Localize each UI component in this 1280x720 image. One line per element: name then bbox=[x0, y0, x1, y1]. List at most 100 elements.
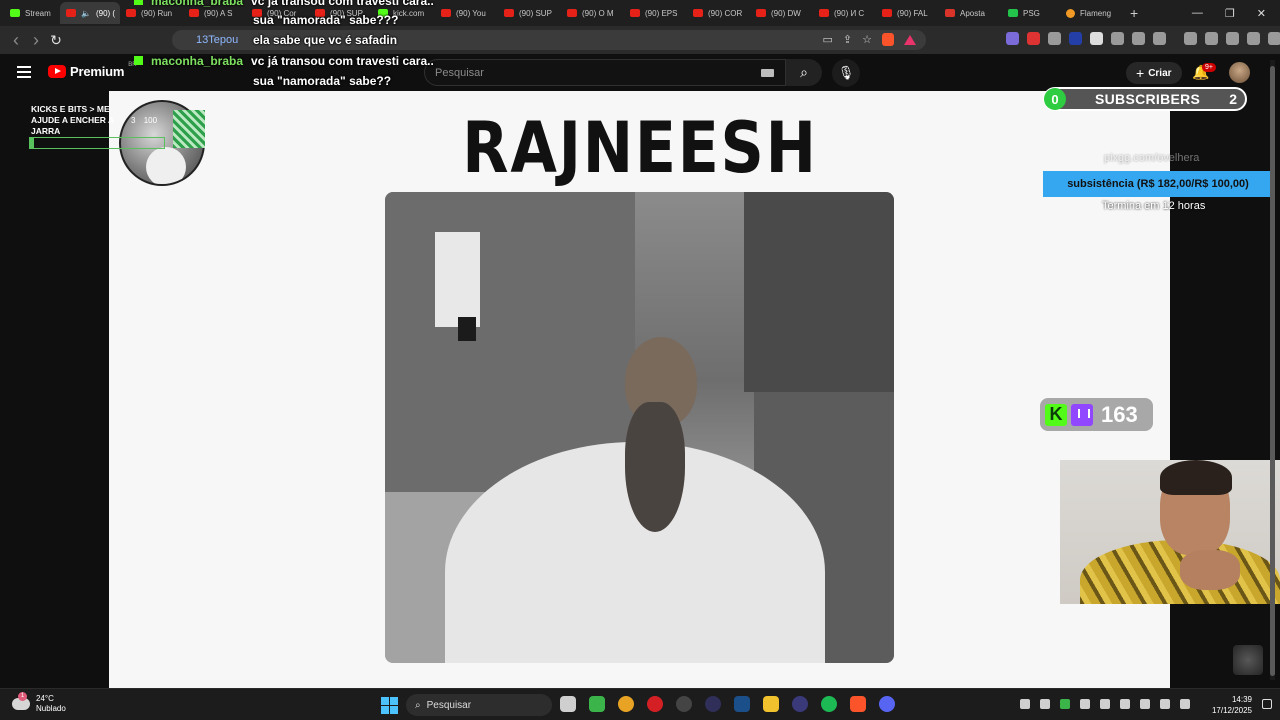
tray-app-icon[interactable] bbox=[1080, 699, 1090, 709]
youtube-icon bbox=[756, 9, 766, 17]
spotify-icon[interactable] bbox=[821, 696, 837, 712]
tab-youtube[interactable]: (90) O M bbox=[561, 2, 624, 24]
subscribers-counter: 0 SUBSCRIBERS 2 bbox=[1043, 87, 1247, 111]
media-icon[interactable] bbox=[1184, 32, 1197, 45]
network-icon[interactable] bbox=[1160, 699, 1170, 709]
youtube-icon bbox=[630, 9, 640, 17]
youtube-icon bbox=[441, 9, 451, 17]
youtube-icon bbox=[819, 9, 829, 17]
notification-icon[interactable] bbox=[1262, 699, 1272, 709]
extension-icon[interactable] bbox=[1048, 32, 1061, 45]
start-button[interactable] bbox=[381, 697, 398, 714]
forward-button[interactable]: › bbox=[26, 30, 46, 51]
omnibox-icons: ▭ ⇪ ☆ bbox=[823, 33, 916, 46]
extension-icon[interactable] bbox=[1069, 32, 1082, 45]
taskbar-search[interactable]: ⌕ Pesquisar bbox=[406, 694, 552, 716]
puzzle-icon[interactable] bbox=[1132, 32, 1145, 45]
task-view-icon[interactable] bbox=[560, 696, 576, 712]
create-button[interactable]: + Criar bbox=[1126, 62, 1182, 84]
obs-icon[interactable] bbox=[676, 696, 692, 712]
tab-youtube[interactable]: (90) SUP bbox=[498, 2, 561, 24]
tab-active-youtube[interactable]: 🔈 (90) ( × bbox=[60, 2, 120, 24]
tab-stream[interactable]: Stream bbox=[0, 2, 60, 24]
restore-button[interactable]: ❐ bbox=[1225, 7, 1235, 20]
page-scrollbar[interactable] bbox=[1270, 60, 1275, 680]
youtube-logo[interactable]: Premium BR bbox=[48, 62, 137, 79]
leo-icon[interactable] bbox=[1268, 32, 1280, 45]
steam-icon[interactable] bbox=[734, 696, 750, 712]
tab-flamengo[interactable]: Flameng bbox=[1060, 2, 1122, 24]
app-icon[interactable] bbox=[705, 696, 721, 712]
webcam-hand bbox=[1180, 550, 1240, 590]
share-icon[interactable] bbox=[1247, 32, 1260, 45]
tab-youtube[interactable]: (90) FAL bbox=[876, 2, 939, 24]
discord-icon[interactable] bbox=[879, 696, 895, 712]
close-window-button[interactable]: ✕ bbox=[1257, 7, 1266, 20]
tab-youtube[interactable]: (90) И С bbox=[813, 2, 876, 24]
photo-window bbox=[435, 232, 480, 327]
tab-aposta[interactable]: Aposta bbox=[939, 2, 1002, 24]
bookmark-icon[interactable]: ☆ bbox=[862, 33, 872, 46]
tab-label: (90) You bbox=[456, 8, 486, 18]
brave-icon[interactable] bbox=[850, 696, 866, 712]
tab-label: Flameng bbox=[1080, 8, 1112, 18]
extension-icon[interactable] bbox=[1111, 32, 1124, 45]
voice-search-button[interactable]: 🎙 bbox=[832, 59, 860, 87]
pix-url: pixgg.com/ovelhera bbox=[1104, 152, 1200, 164]
chat-username: maconha_braba bbox=[151, 0, 244, 8]
osho-photo bbox=[385, 192, 894, 663]
kick-icon: K bbox=[1045, 403, 1067, 426]
media-player-icon[interactable] bbox=[589, 696, 605, 712]
file-explorer-icon[interactable] bbox=[763, 696, 779, 712]
tab-youtube[interactable]: (90) COR bbox=[687, 2, 750, 24]
opera-icon[interactable] bbox=[647, 696, 663, 712]
chat-message-continuation: sua "namorada" sabe?? bbox=[253, 74, 392, 88]
tab-youtube[interactable]: (90) DW bbox=[750, 2, 813, 24]
date: 17/12/2025 bbox=[1211, 706, 1252, 715]
search-button[interactable]: ⌕ bbox=[786, 59, 822, 86]
scrollbar-thumb[interactable] bbox=[1270, 66, 1275, 676]
tab-label: (90) COR bbox=[708, 8, 743, 18]
tray-app-icon[interactable] bbox=[1100, 699, 1110, 709]
chevron-up-icon[interactable] bbox=[1020, 699, 1030, 709]
weather-widget[interactable]: 1 24°C Nublado bbox=[12, 692, 66, 714]
chrome-icon[interactable] bbox=[618, 696, 634, 712]
tab-label: (90) O M bbox=[582, 8, 614, 18]
youtube-icon bbox=[189, 9, 199, 17]
play-icon[interactable] bbox=[1060, 699, 1070, 709]
back-button[interactable]: ‹ bbox=[6, 30, 26, 51]
search-input[interactable]: Pesquisar bbox=[424, 59, 786, 86]
tab-psg[interactable]: PSG bbox=[1002, 2, 1060, 24]
youtube-icon bbox=[567, 9, 577, 17]
weather-badge: 1 bbox=[18, 692, 27, 701]
minimize-button[interactable]: — bbox=[1192, 7, 1203, 20]
chat-text: vc já transou com travesti cara.. bbox=[251, 0, 434, 8]
extension-icon[interactable] bbox=[1006, 32, 1019, 45]
new-tab-button[interactable]: + bbox=[1122, 5, 1146, 21]
audio-app-icon[interactable] bbox=[792, 696, 808, 712]
extension-icon[interactable] bbox=[1027, 32, 1040, 45]
wallet-icon[interactable] bbox=[1226, 32, 1239, 45]
clock[interactable]: 14:39 17/12/2025 bbox=[1208, 694, 1252, 716]
volume-icon[interactable] bbox=[1180, 699, 1190, 709]
goal-progress-bar bbox=[29, 137, 165, 149]
sync-icon[interactable] bbox=[1040, 699, 1050, 709]
tab-youtube[interactable]: (90) You bbox=[435, 2, 498, 24]
youtube-icon bbox=[882, 9, 892, 17]
extension-icon[interactable] bbox=[1090, 32, 1103, 45]
cast-icon[interactable]: ▭ bbox=[823, 33, 833, 46]
sidebar-icon[interactable] bbox=[1205, 32, 1218, 45]
tab-youtube[interactable]: (90) EPS bbox=[624, 2, 687, 24]
vpn-icon[interactable] bbox=[1140, 699, 1150, 709]
bluetooth-icon[interactable] bbox=[1120, 699, 1130, 709]
menu-icon[interactable] bbox=[17, 66, 31, 78]
screenshot-icon[interactable] bbox=[1153, 32, 1166, 45]
brave-rewards-icon[interactable] bbox=[904, 35, 916, 45]
share-icon[interactable]: ⇪ bbox=[843, 33, 852, 46]
goal-target: 100 bbox=[143, 116, 158, 125]
reload-button[interactable]: ↻ bbox=[46, 32, 66, 49]
avatar[interactable] bbox=[1229, 62, 1250, 83]
keyboard-icon[interactable] bbox=[761, 69, 774, 77]
twitch-icon bbox=[1071, 403, 1093, 426]
brave-shields-icon[interactable] bbox=[882, 33, 894, 46]
